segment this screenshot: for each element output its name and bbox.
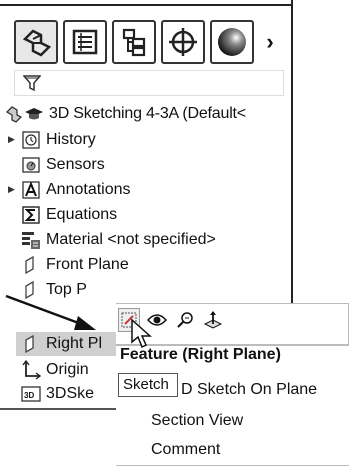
tree-item-origin[interactable]: Origin — [20, 358, 89, 382]
tab-dimxpert-manager[interactable] — [161, 20, 205, 64]
configuration-manager-icon — [122, 28, 146, 57]
dimxpert-icon — [169, 28, 197, 56]
tree-item-3d-sketch[interactable]: 3D 3DSke — [20, 382, 94, 406]
svg-text:3D: 3D — [24, 391, 34, 400]
display-manager-icon — [218, 28, 246, 56]
zoom-icon — [177, 312, 193, 328]
tabs-more-button[interactable]: › — [259, 20, 281, 64]
normal-to-button[interactable] — [202, 308, 224, 332]
menu-item-3d-sketch-on-plane[interactable]: D Sketch On Plane — [181, 381, 317, 399]
sketch-tooltip: Sketch — [118, 373, 178, 397]
menu-item-section-view[interactable]: Section View — [151, 412, 243, 430]
tree-item-label: Origin — [46, 361, 89, 378]
mouse-cursor-icon — [131, 318, 152, 349]
menu-item-comment[interactable]: Comment — [151, 441, 220, 459]
callout-arrow-icon — [5, 294, 96, 330]
zoom-to-selection-button[interactable] — [174, 308, 196, 332]
tree-item-label: 3DSke — [46, 385, 95, 402]
normal-to-icon — [203, 311, 223, 329]
origin-icon — [20, 359, 42, 381]
3d-sketch-icon: 3D — [20, 383, 42, 405]
tab-display-manager[interactable] — [210, 20, 254, 64]
panel-divider — [0, 408, 116, 410]
